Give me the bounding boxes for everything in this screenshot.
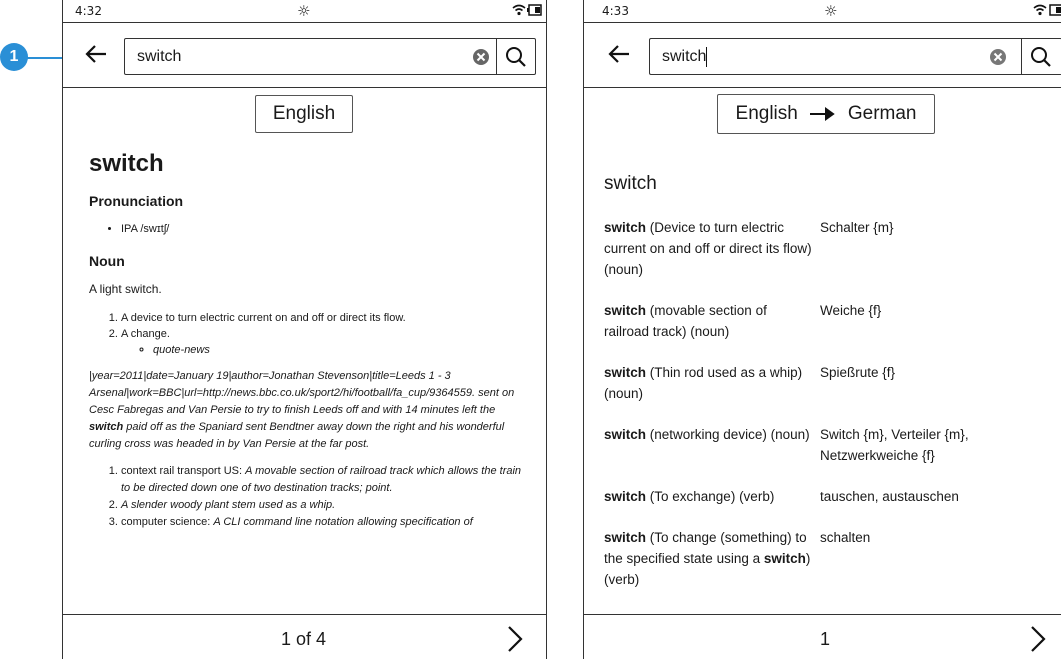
back-arrow-icon[interactable] bbox=[79, 37, 113, 71]
search-icon[interactable] bbox=[496, 39, 535, 74]
translation-row[interactable]: switch (Device to turn electric current … bbox=[604, 217, 1054, 280]
target-translation: Schalter {m} bbox=[820, 220, 894, 235]
pagination-footer: 1 bbox=[584, 614, 1061, 659]
status-bar: 4:32 ☼ bbox=[63, 0, 546, 23]
pagination-footer: 1 of 4 bbox=[63, 614, 546, 659]
sense2-item: computer science: A CLI command line not… bbox=[121, 514, 529, 531]
sub-item: quote-news bbox=[153, 342, 529, 358]
sense2-prefix: computer science: bbox=[121, 516, 214, 528]
search-bar: switch bbox=[584, 22, 1061, 88]
sense2-prefix: context rail transport US: bbox=[121, 465, 246, 477]
status-bar: 4:33 ☼ bbox=[584, 0, 1061, 23]
search-bar: switch bbox=[63, 22, 546, 88]
translation-results: switch switch (Device to turn electric c… bbox=[604, 173, 1054, 610]
language-to: German bbox=[847, 103, 917, 124]
source-sense: switch (To exchange) (verb) bbox=[604, 486, 820, 507]
sense-list-2: context rail transport US: A movable sec… bbox=[89, 463, 529, 531]
ipa-item: IPA /swɪtʃ/ bbox=[121, 221, 529, 237]
page-indicator: 1 of 4 bbox=[281, 629, 327, 649]
search-input[interactable]: switch bbox=[662, 39, 706, 74]
arrow-right-icon bbox=[809, 107, 835, 121]
clear-icon[interactable] bbox=[471, 47, 491, 67]
translation-row[interactable]: switch (networking device) (noun) Switch… bbox=[604, 424, 1054, 466]
search-field[interactable]: switch bbox=[124, 38, 536, 75]
next-page-icon[interactable] bbox=[1026, 625, 1050, 653]
noun-heading: Noun bbox=[89, 253, 125, 269]
source-sense: switch (networking device) (noun) bbox=[604, 424, 820, 466]
source-word: switch bbox=[604, 427, 647, 442]
frontlight-icon[interactable]: ☼ bbox=[824, 2, 837, 20]
search-field[interactable]: switch bbox=[649, 38, 1061, 75]
dictionary-article: switch Pronunciation IPA /swɪtʃ/ Noun A … bbox=[89, 150, 529, 531]
target-translation: schalten bbox=[820, 530, 871, 545]
source-sense: switch (movable section of railroad trac… bbox=[604, 300, 820, 342]
target-translation: Switch {m}, Verteiler {m}, Netzwerkweich… bbox=[820, 427, 969, 463]
sense2-text: A slender woody plant stem used as a whi… bbox=[121, 499, 336, 511]
quote-block: |year=2011|date=January 19|author=Jonath… bbox=[89, 368, 529, 453]
language-pair-button[interactable]: English German bbox=[717, 94, 935, 134]
search-input[interactable]: switch bbox=[137, 39, 181, 74]
wifi-battery-icons bbox=[1032, 2, 1061, 21]
language-button[interactable]: English bbox=[255, 95, 353, 133]
target-translation: Weiche {f} bbox=[820, 303, 882, 318]
page-indicator: 1 bbox=[820, 629, 831, 649]
text-cursor bbox=[706, 47, 707, 67]
source-word: switch bbox=[604, 365, 647, 380]
sense2-item: context rail transport US: A movable sec… bbox=[121, 463, 529, 497]
source-word: switch bbox=[604, 530, 647, 545]
back-arrow-icon[interactable] bbox=[602, 37, 636, 71]
sense2-text: A CLI command line notation allowing spe… bbox=[213, 516, 473, 528]
next-page-icon[interactable] bbox=[503, 625, 527, 653]
target-translation: tauschen, austauschen bbox=[820, 489, 959, 504]
clear-icon[interactable] bbox=[988, 47, 1008, 67]
target-translation: Spießrute {f} bbox=[820, 365, 896, 380]
sense-text: A change. bbox=[121, 328, 170, 340]
quote-keyword: switch bbox=[89, 421, 124, 433]
source-sense: switch (Thin rod used as a whip) (noun) bbox=[604, 362, 820, 404]
search-icon[interactable] bbox=[1021, 39, 1060, 74]
entry-title: switch bbox=[89, 150, 164, 177]
quote-text-end: paid off as the Spaniard sent Bendtner a… bbox=[89, 421, 505, 450]
sense2-item: A slender woody plant stem used as a whi… bbox=[121, 497, 529, 514]
right-screen: 4:33 ☼ switch English German switch swit… bbox=[583, 0, 1061, 659]
source-desc: (To exchange) (verb) bbox=[646, 489, 775, 504]
wifi-battery-icons bbox=[511, 2, 543, 21]
status-time: 4:33 bbox=[602, 4, 629, 18]
source-word-inline: switch bbox=[763, 551, 806, 566]
status-time: 4:32 bbox=[75, 4, 102, 18]
translation-row[interactable]: switch (To change (something) to the spe… bbox=[604, 527, 1054, 590]
source-sense: switch (To change (something) to the spe… bbox=[604, 527, 820, 590]
source-desc: (networking device) (noun) bbox=[646, 427, 810, 442]
translation-row[interactable]: switch (Thin rod used as a whip) (noun) … bbox=[604, 362, 1054, 404]
frontlight-icon[interactable]: ☼ bbox=[297, 2, 310, 20]
sense-list: A device to turn electric current on and… bbox=[89, 310, 529, 358]
pronunciation-heading: Pronunciation bbox=[89, 193, 184, 209]
language-from: English bbox=[735, 103, 798, 124]
source-sense: switch (Device to turn electric current … bbox=[604, 217, 820, 280]
source-word: switch bbox=[604, 303, 647, 318]
sense-item: A device to turn electric current on and… bbox=[121, 310, 529, 326]
callout-marker: 1 bbox=[0, 43, 28, 71]
left-screen: 4:32 ☼ switch English switch Pronunciati… bbox=[62, 0, 547, 659]
translation-row[interactable]: switch (movable section of railroad trac… bbox=[604, 300, 1054, 342]
source-word: switch bbox=[604, 489, 647, 504]
result-headword: switch bbox=[604, 173, 657, 194]
intro-text: A light switch. bbox=[89, 282, 162, 296]
source-word: switch bbox=[604, 220, 647, 235]
sense-item: A change. quote-news bbox=[121, 326, 529, 358]
translation-row[interactable]: switch (To exchange) (verb) tauschen, au… bbox=[604, 486, 1054, 507]
quote-text: |year=2011|date=January 19|author=Jonath… bbox=[89, 370, 515, 416]
